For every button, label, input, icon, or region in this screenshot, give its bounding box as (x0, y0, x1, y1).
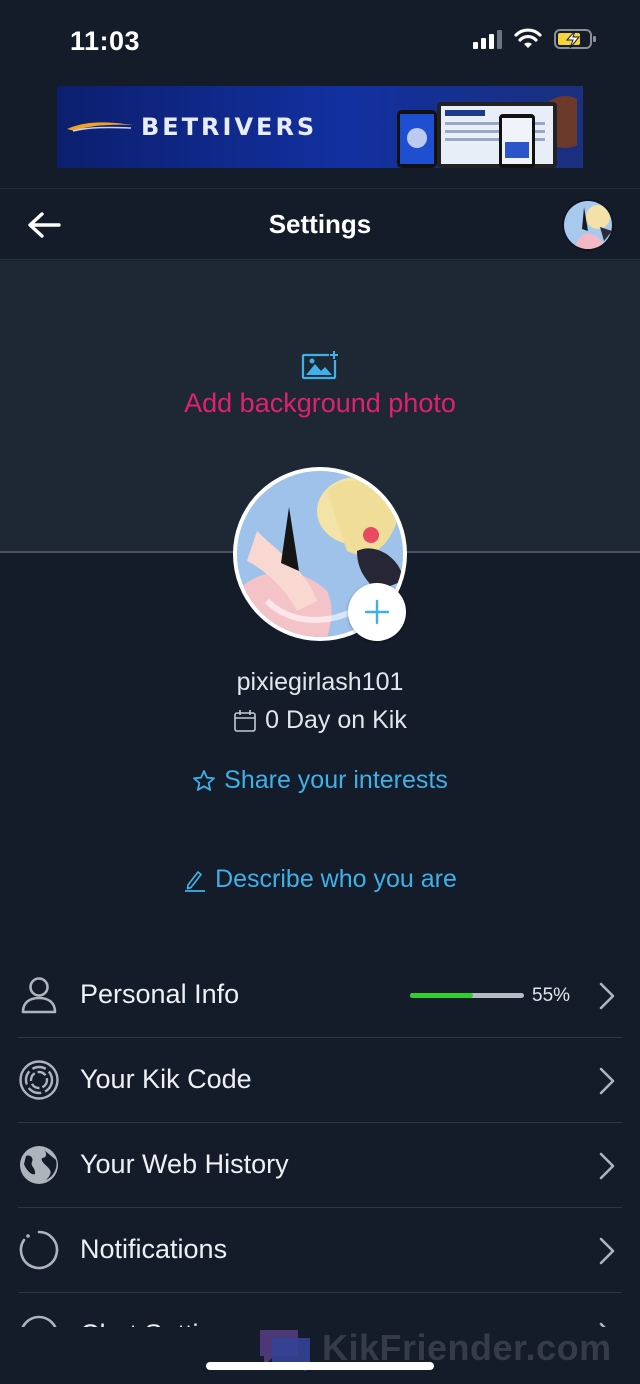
ad-devices-image (397, 96, 577, 168)
person-icon (21, 977, 57, 1014)
menu-item-web-history[interactable]: Your Web History (0, 1123, 640, 1208)
menu-label: Personal Info (80, 979, 240, 1009)
profile-progress-text: 55% (532, 985, 571, 1006)
status-time: 11:03 (70, 26, 141, 56)
menu-item-chat-settings[interactable]: Chat Settings (0, 1293, 640, 1327)
status-bar: 11:03 (0, 0, 640, 84)
menu-item-personal-info[interactable]: Personal Info 55% (0, 953, 640, 1038)
ad-brand-text: BETRIVERS (141, 113, 318, 141)
share-interests-link[interactable]: Share your interests (0, 766, 640, 795)
star-icon (193, 769, 216, 791)
chevron-right-icon (599, 982, 615, 1010)
page-title: Settings (268, 209, 372, 239)
add-image-icon (301, 350, 339, 380)
ad-banner[interactable]: BETRIVERS (57, 86, 583, 168)
avatar-image (564, 201, 612, 249)
profile-progress-fill (410, 993, 473, 998)
add-background-photo-button[interactable]: Add background photo (0, 350, 640, 419)
calendar-icon (234, 709, 256, 732)
battery-charging-icon (554, 29, 596, 49)
chevron-right-icon (599, 1237, 615, 1265)
days-on-kik: 0 Day on Kik (0, 706, 640, 735)
chevron-right-icon (599, 1067, 615, 1095)
add-background-photo-label: Add background photo (184, 388, 456, 418)
chat-settings-icon (21, 1315, 57, 1327)
betrivers-logo-icon (67, 122, 133, 132)
avatar[interactable] (562, 199, 614, 251)
menu-label: Your Kik Code (80, 1064, 252, 1094)
header: Settings (0, 188, 640, 260)
share-interests-label: Share your interests (224, 766, 448, 794)
add-profile-picture-button[interactable] (348, 583, 406, 641)
username: pixiegirlash101 (236, 668, 404, 696)
kik-code-icon (19, 1060, 59, 1100)
pencil-icon (185, 870, 206, 892)
menu-item-kik-code[interactable]: Your Kik Code (0, 1038, 640, 1123)
menu-label: Notifications (80, 1234, 228, 1264)
notifications-icon (19, 1230, 59, 1270)
globe-icon (20, 1146, 58, 1184)
menu-label: Your Web History (80, 1149, 289, 1179)
describe-yourself-link[interactable]: Describe who you are (0, 865, 640, 894)
profile-progress-bar (410, 993, 524, 998)
wifi-icon (514, 28, 542, 48)
home-indicator[interactable] (206, 1362, 434, 1370)
describe-yourself-label: Describe who you are (215, 865, 457, 893)
days-on-kik-text: 0 Day on Kik (265, 706, 407, 734)
menu-item-chat-settings-clip: Chat Settings (0, 1293, 640, 1327)
menu-label: Chat Settings (80, 1319, 242, 1327)
chevron-right-icon (599, 1152, 615, 1180)
status-icons (473, 28, 598, 50)
menu-item-notifications[interactable]: Notifications (0, 1208, 640, 1293)
cellular-signal-icon (473, 29, 502, 49)
plus-icon (364, 599, 390, 625)
